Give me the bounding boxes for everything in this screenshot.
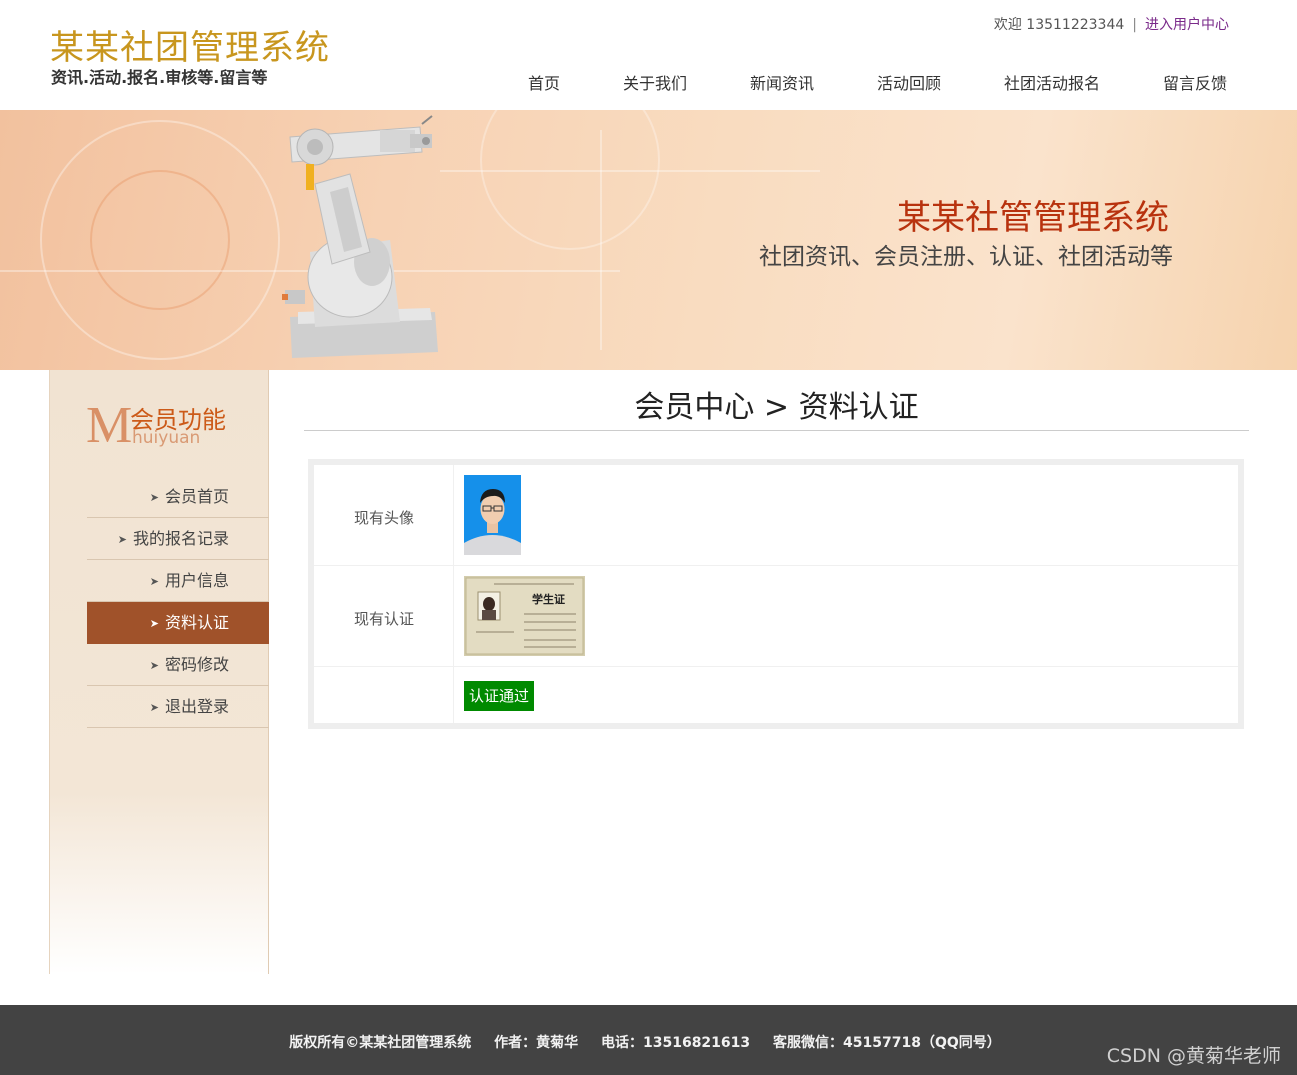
footer-author: 作者：黄菊华 [494, 1035, 579, 1051]
current-avatar-image [464, 475, 521, 555]
sidebar-item-label: 用户信息 [164, 571, 229, 590]
sidebar-item-user-info[interactable]: ➤ 用户信息 [87, 560, 269, 602]
arrow-right-icon: ➤ [149, 617, 159, 630]
arrow-right-icon: ➤ [117, 533, 127, 546]
row-label: 现有认证 [353, 610, 414, 628]
nav-item-news[interactable]: 新闻资讯 [750, 70, 814, 94]
topbar-separator: | [1132, 17, 1137, 33]
nav-item-signup[interactable]: 社团活动报名 [1004, 70, 1100, 94]
sidebar-item-label: 密码修改 [164, 655, 229, 674]
table-row: 现有认证 学生证 [314, 566, 1238, 667]
student-card-photo: 学生证 [464, 576, 585, 656]
svg-text:学生证: 学生证 [532, 592, 565, 606]
nav-item-review[interactable]: 活动回顾 [877, 70, 941, 94]
banner-decor-circle [480, 110, 660, 250]
banner-title: 某某社管管理系统 [897, 198, 1169, 238]
sidebar-item-logout[interactable]: ➤ 退出登录 [87, 686, 269, 728]
footer-phone: 电话：13516821613 [600, 1035, 751, 1051]
sidebar-item-verification[interactable]: ➤ 资料认证 [87, 602, 269, 644]
arrow-right-icon: ➤ [149, 575, 159, 588]
banner-decor-line [600, 130, 602, 350]
row-label: 现有头像 [353, 509, 414, 527]
verification-panel: 现有头像 现有认证 学生证 认证通过 [308, 459, 1244, 729]
nav-item-home[interactable]: 首页 [528, 70, 560, 94]
main-nav: 首页 关于我们 新闻资讯 活动回顾 社团活动报名 留言反馈 [497, 70, 1267, 94]
site-logo-title[interactable]: 某某社团管理系统 [50, 20, 330, 69]
table-row: 认证通过 [314, 667, 1238, 723]
site-footer: 版权所有©某某社团管理系统 作者：黄菊华 电话：13516821613 客服微信… [0, 1005, 1297, 1075]
sidebar-item-label: 退出登录 [164, 697, 229, 716]
row-label-cell [314, 667, 454, 723]
welcome-text: 欢迎 13511223344 [993, 17, 1125, 33]
site-logo-subtitle: 资讯.活动.报名.审核等.留言等 [51, 68, 268, 87]
avatar-photo [464, 475, 521, 555]
sidebar-heading: M 会员功能 huiyuan [86, 398, 246, 454]
sidebar-menu: ➤ 会员首页 ➤ 我的报名记录 ➤ 用户信息 ➤ 资料认证 ➤ 密码修改 ➤ 退出登录 [87, 476, 269, 728]
sidebar-heading-pinyin: huiyuan [132, 428, 201, 448]
page-title: 会员中心 > 资料认证 [304, 388, 1249, 431]
sidebar-item-signup-records[interactable]: ➤ 我的报名记录 [87, 518, 269, 560]
footer-info: 版权所有©某某社团管理系统 作者：黄菊华 电话：13516821613 客服微信… [0, 1032, 1290, 1052]
csdn-watermark: CSDN @黄菊华老师 [1106, 1045, 1281, 1067]
nav-item-about[interactable]: 关于我们 [623, 70, 687, 94]
sidebar-item-label: 我的报名记录 [132, 529, 229, 548]
nav-item-feedback[interactable]: 留言反馈 [1163, 70, 1227, 94]
table-row: 现有头像 [314, 465, 1238, 566]
sidebar-item-label: 资料认证 [164, 613, 229, 632]
hero-banner: 某某社管管理系统 社团资讯、会员注册、认证、社团活动等 [0, 110, 1297, 370]
site-header: 某某社团管理系统 资讯.活动.报名.审核等.留言等 欢迎 13511223344… [0, 0, 1297, 110]
footer-copyright: 版权所有©某某社团管理系统 [289, 1035, 472, 1051]
row-label-cell: 现有认证 [314, 566, 454, 666]
arrow-right-icon: ➤ [149, 491, 159, 504]
banner-decor-circle [90, 170, 230, 310]
current-certificate-image: 学生证 [464, 576, 585, 656]
footer-wechat: 客服微信：45157718（QQ同号） [773, 1035, 1001, 1051]
banner-subtitle: 社团资讯、会员注册、认证、社团活动等 [759, 244, 1173, 270]
sidebar-item-member-home[interactable]: ➤ 会员首页 [87, 476, 269, 518]
row-label-cell: 现有头像 [314, 465, 454, 565]
user-center-link[interactable]: 进入用户中心 [1145, 17, 1229, 33]
verification-status-badge: 认证通过 [464, 681, 535, 711]
banner-decor-line [440, 170, 820, 172]
arrow-right-icon: ➤ [149, 701, 159, 714]
robot-arm-illustration [282, 115, 438, 358]
sidebar-item-change-password[interactable]: ➤ 密码修改 [87, 644, 269, 686]
member-sidebar: M 会员功能 huiyuan ➤ 会员首页 ➤ 我的报名记录 ➤ 用户信息 ➤ 资料认证… [49, 370, 269, 974]
sidebar-item-label: 会员首页 [164, 487, 229, 506]
sidebar-heading-letter: M [86, 397, 133, 454]
arrow-right-icon: ➤ [149, 659, 159, 672]
user-topbar: 欢迎 13511223344 | 进入用户中心 [994, 14, 1229, 34]
